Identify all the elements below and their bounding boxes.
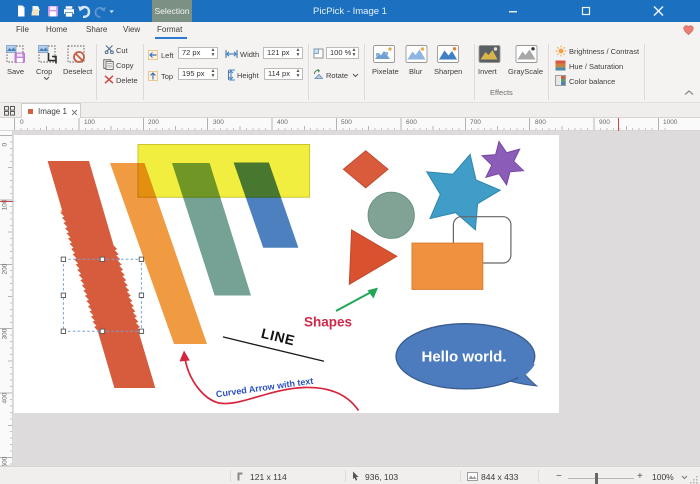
svg-text:Curved Arrow with text: Curved Arrow with text [215, 376, 314, 400]
svg-text:Hello world.: Hello world. [421, 349, 506, 366]
svg-text:Shapes: Shapes [304, 315, 352, 330]
svg-text:LINE: LINE [260, 325, 297, 349]
